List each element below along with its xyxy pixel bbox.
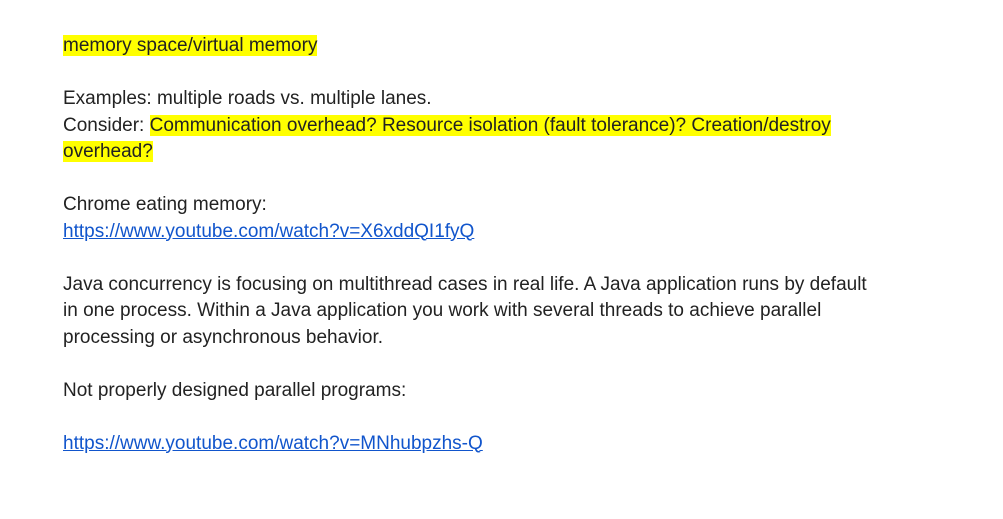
highlighted-text: memory space/virtual memory xyxy=(63,35,318,56)
chrome-link-line: https://www.youtube.com/watch?v=X6xddQI1… xyxy=(63,219,933,246)
chrome-label: Chrome eating memory: xyxy=(63,194,267,215)
consider-prefix: Consider: xyxy=(63,114,150,136)
memory-line: memory space/virtual memory xyxy=(63,33,933,60)
consider-line: Consider: Communication overhead? Resour… xyxy=(63,113,933,140)
consider-highlight-2: overhead? xyxy=(63,141,153,162)
consider-line-2: overhead? xyxy=(63,139,933,166)
java-line-3: processing or asynchronous behavior. xyxy=(63,326,384,348)
chrome-video-link[interactable]: https://www.youtube.com/watch?v=X6xddQI1… xyxy=(63,221,474,242)
java-line-1: Java concurrency is focusing on multithr… xyxy=(63,273,867,295)
parallel-video-link[interactable]: https://www.youtube.com/watch?v=MNhubpzh… xyxy=(63,433,483,454)
examples-line: Examples: multiple roads vs. multiple la… xyxy=(63,88,432,109)
document-body: memory space/virtual memory Examples: mu… xyxy=(63,33,933,457)
consider-highlight-1: Communication overhead? Resource isolati… xyxy=(149,114,831,136)
parallel-link-line: https://www.youtube.com/watch?v=MNhubpzh… xyxy=(63,431,933,458)
java-line-2: in one process. Within a Java applicatio… xyxy=(63,300,822,321)
parallel-label: Not properly designed parallel programs: xyxy=(63,379,407,401)
